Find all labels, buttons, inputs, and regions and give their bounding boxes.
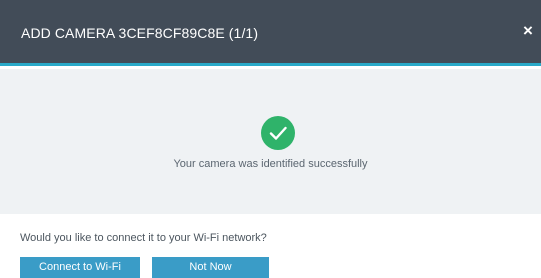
dialog-header: ADD CAMERA 3CEF8CF89C8E (1/1) × [0, 0, 541, 66]
not-now-button[interactable]: Not Now [152, 257, 269, 278]
add-camera-dialog: ADD CAMERA 3CEF8CF89C8E (1/1) × Your cam… [0, 0, 541, 278]
success-message: Your camera was identified successfully [173, 158, 368, 170]
check-circle-icon [261, 116, 295, 150]
success-panel: Your camera was identified successfully [0, 69, 541, 214]
close-icon[interactable]: × [521, 22, 535, 40]
connect-wifi-button[interactable]: Connect to Wi-Fi [20, 257, 140, 278]
dialog-title: ADD CAMERA 3CEF8CF89C8E (1/1) [21, 25, 259, 41]
wifi-question: Would you like to connect it to your Wi-… [20, 232, 267, 244]
